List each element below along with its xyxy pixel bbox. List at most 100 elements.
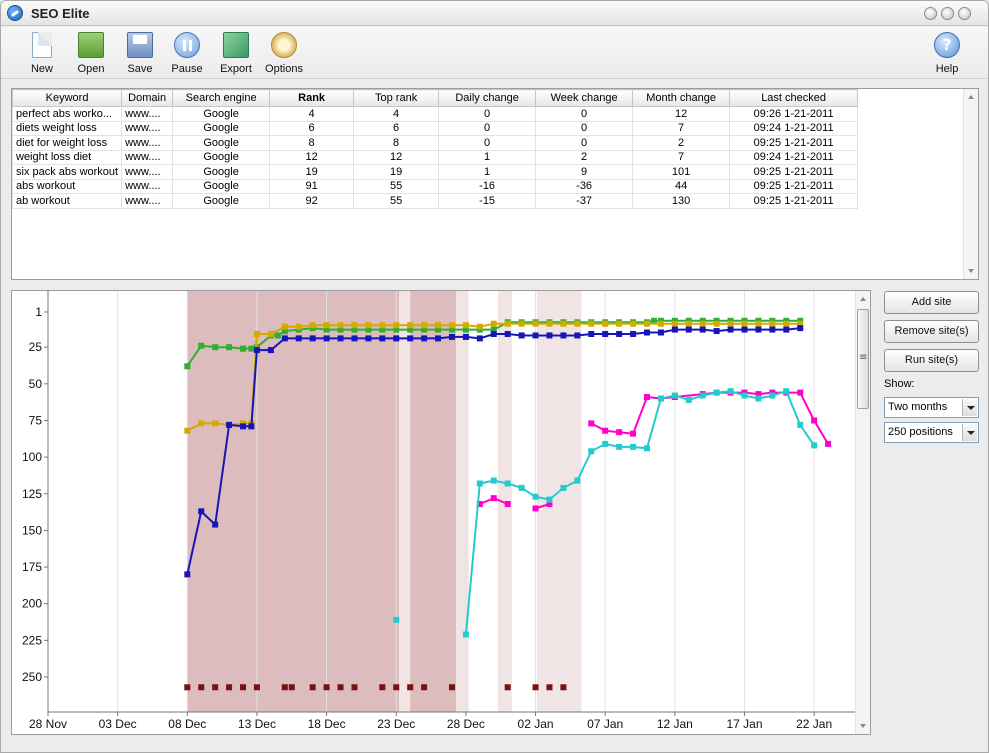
data-point — [518, 320, 525, 327]
close-button[interactable] — [958, 7, 971, 20]
table-row[interactable]: six pack abs workout www.... Google 19 19 1 9 1… — [11, 164, 859, 180]
data-point — [421, 684, 428, 691]
cell-daily-change: 0 — [438, 120, 537, 136]
cell-week-change: 0 — [535, 135, 634, 151]
cell-week-change: 0 — [535, 106, 634, 122]
data-point — [184, 427, 191, 434]
save-button[interactable]: Save — [114, 30, 166, 78]
period-select[interactable]: Two months — [884, 397, 979, 418]
data-point — [518, 484, 525, 491]
table-row[interactable]: diets weight loss www.... Google 6 6 0 0 7 09:24… — [11, 120, 859, 136]
data-point — [448, 684, 455, 691]
data-point — [490, 495, 497, 502]
column-header-search-engine[interactable]: Search engine — [172, 89, 271, 107]
column-header-last-checked[interactable]: Last checked — [729, 89, 859, 107]
open-button[interactable]: Open — [65, 30, 117, 78]
table-row[interactable]: abs workout www.... Google 91 55 -16 -36 44 09:2… — [11, 178, 859, 194]
y-tick-label: 200 — [22, 597, 42, 611]
column-header-rank[interactable]: Rank — [269, 89, 355, 107]
data-point — [337, 335, 344, 342]
cell-daily-change: 0 — [438, 135, 537, 151]
chart-scrollbar[interactable] — [855, 291, 870, 734]
export-button[interactable]: Export — [210, 30, 262, 78]
data-point — [504, 480, 511, 487]
column-header-week-change[interactable]: Week change — [535, 89, 634, 107]
chart-scroll-down-arrow-icon[interactable] — [860, 724, 866, 728]
cell-search-engine: Google — [172, 164, 271, 180]
cell-last-checked: 09:25 1-21-2011 — [729, 193, 859, 209]
data-point — [783, 326, 790, 333]
chart-scroll-thumb[interactable] — [857, 309, 869, 409]
cell-month-change: 7 — [632, 120, 731, 136]
column-header-keyword[interactable]: Keyword — [11, 89, 123, 107]
chevron-down-icon[interactable] — [962, 424, 977, 441]
data-point — [407, 684, 414, 691]
x-tick-label: 17 Jan — [726, 717, 762, 731]
data-point — [248, 345, 255, 352]
options-button[interactable]: Options — [258, 30, 310, 78]
data-point — [574, 320, 581, 327]
data-point — [783, 320, 790, 327]
chevron-down-icon[interactable] — [962, 399, 977, 416]
cell-domain: www.... — [121, 149, 174, 165]
chart-scroll-up-arrow-icon[interactable] — [860, 297, 866, 301]
data-point — [671, 326, 678, 333]
new-button-label: New — [30, 63, 53, 75]
y-tick-label: 100 — [22, 450, 42, 464]
data-point — [616, 443, 623, 450]
table-scrollbar[interactable] — [963, 89, 978, 279]
data-point — [337, 684, 344, 691]
maximize-button[interactable] — [941, 7, 954, 20]
cell-keyword: diets weight loss — [11, 120, 123, 136]
data-point — [797, 421, 804, 428]
data-point — [184, 571, 191, 578]
cell-keyword: weight loss diet — [11, 149, 123, 165]
data-point — [379, 322, 386, 329]
panel-splitter[interactable] — [11, 282, 979, 287]
cell-top-rank: 8 — [353, 135, 440, 151]
data-point — [643, 329, 650, 336]
column-header-month-change[interactable]: Month change — [632, 89, 731, 107]
table-row[interactable]: diet for weight loss www.... Google 8 8 0 0 2 09… — [11, 135, 859, 151]
data-point — [769, 326, 776, 333]
help-button[interactable]: ? Help — [921, 30, 973, 78]
scroll-down-arrow-icon[interactable] — [968, 269, 974, 273]
cell-month-change: 44 — [632, 178, 731, 194]
scroll-up-arrow-icon[interactable] — [968, 95, 974, 99]
cell-last-checked: 09:24 1-21-2011 — [729, 149, 859, 165]
data-point — [588, 448, 595, 455]
column-header-top-rank[interactable]: Top rank — [353, 89, 440, 107]
data-point — [365, 322, 372, 329]
table-row[interactable]: weight loss diet www.... Google 12 12 1 2 7 09:2… — [11, 149, 859, 165]
export-icon — [223, 32, 249, 58]
add-site-button[interactable]: Add site — [884, 291, 979, 314]
data-point — [685, 326, 692, 333]
cell-month-change: 12 — [632, 106, 731, 122]
minimize-button[interactable] — [924, 7, 937, 20]
data-point — [226, 421, 233, 428]
table-row[interactable]: perfect abs worko... www.... Google 4 4 0 0 12 0… — [11, 106, 859, 122]
cell-search-engine: Google — [172, 178, 271, 194]
cell-keyword: abs workout — [11, 178, 123, 194]
cell-rank: 8 — [269, 135, 355, 151]
table-row[interactable]: ab workout www.... Google 92 55 -15 -37 130 09:2… — [11, 193, 859, 209]
data-point — [630, 443, 637, 450]
cell-daily-change: -15 — [438, 193, 537, 209]
pause-button[interactable]: Pause — [161, 30, 213, 78]
run-sites-button[interactable]: Run site(s) — [884, 349, 979, 372]
cell-top-rank: 55 — [353, 178, 440, 194]
cell-last-checked: 09:25 1-21-2011 — [729, 164, 859, 180]
remove-sites-button[interactable]: Remove site(s) — [884, 320, 979, 343]
column-header-daily-change[interactable]: Daily change — [438, 89, 537, 107]
cell-daily-change: 1 — [438, 149, 537, 165]
column-header-domain[interactable]: Domain — [121, 89, 174, 107]
new-button[interactable]: New — [16, 30, 68, 78]
help-button-label: Help — [935, 63, 959, 75]
table-header-row: Keyword Domain Search engine Rank Top ra… — [11, 89, 859, 107]
positions-select[interactable]: 250 positions — [884, 422, 979, 443]
data-point — [811, 442, 818, 449]
data-point — [198, 508, 205, 515]
data-point — [462, 333, 469, 340]
data-point — [685, 396, 692, 403]
data-point — [741, 392, 748, 399]
